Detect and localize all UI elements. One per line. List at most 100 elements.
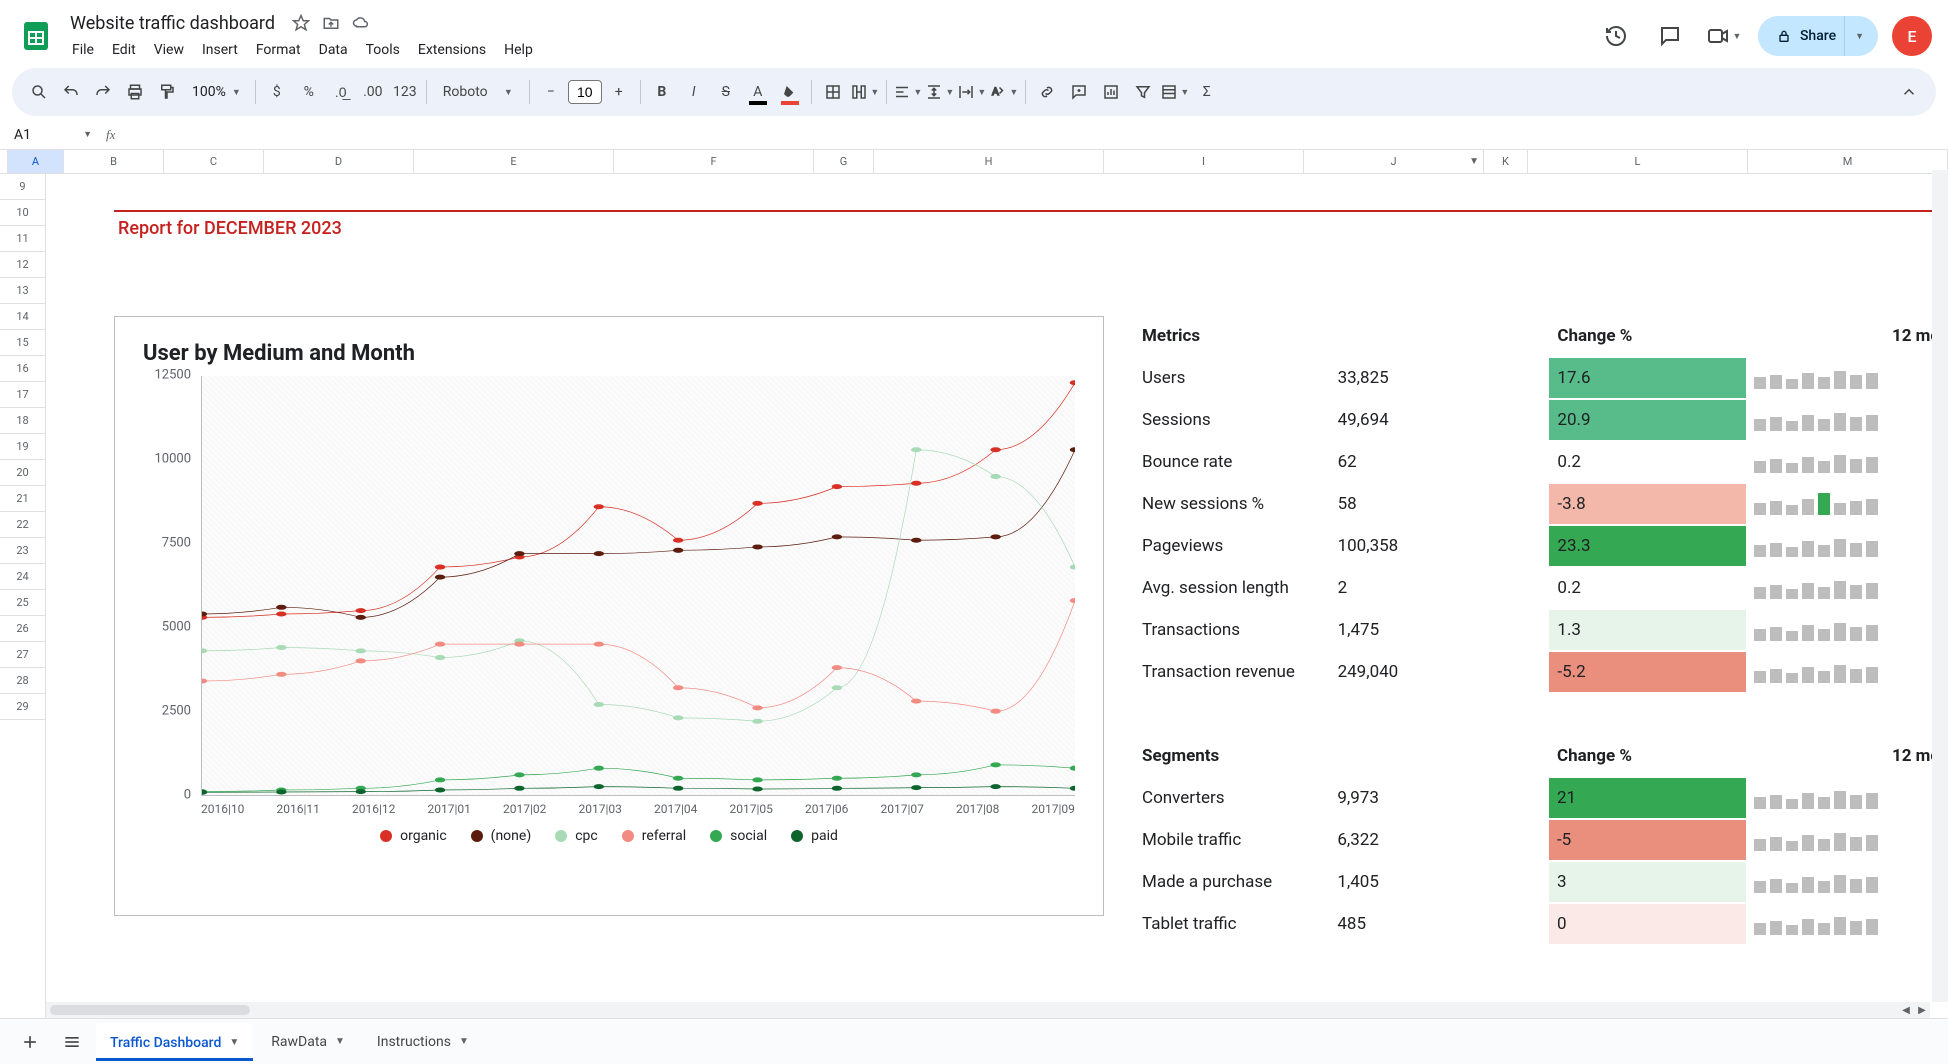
italic-icon[interactable]: I [679, 77, 709, 107]
formula-input[interactable] [123, 127, 1940, 143]
menu-help[interactable]: Help [496, 38, 541, 62]
zoom-select[interactable]: 100%▼ [184, 84, 249, 100]
row-header-12[interactable]: 12 [0, 252, 45, 278]
column-header-F[interactable]: F [614, 150, 814, 173]
row-header-28[interactable]: 28 [0, 668, 45, 694]
bold-icon[interactable]: B [647, 77, 677, 107]
font-select[interactable]: Roboto▼ [433, 77, 523, 107]
search-icon[interactable] [24, 77, 54, 107]
comment-icon[interactable] [1650, 16, 1690, 56]
chart-user-by-medium[interactable]: User by Medium and Month 025005000750010… [114, 316, 1104, 916]
name-box[interactable]: A1▼ [8, 125, 98, 145]
metrics-row[interactable]: Transaction revenue249,040-5.2 [1136, 652, 1946, 692]
row-header-15[interactable]: 15 [0, 330, 45, 356]
sheet-tab-rawdata[interactable]: RawData▼ [257, 1023, 359, 1061]
metrics-row[interactable]: Pageviews100,35823.3 [1136, 526, 1946, 566]
row-header-17[interactable]: 17 [0, 382, 45, 408]
metrics-row[interactable]: Bounce rate620.2 [1136, 442, 1946, 482]
wrap-icon[interactable]: ▼ [957, 77, 987, 107]
row-header-23[interactable]: 23 [0, 538, 45, 564]
menu-data[interactable]: Data [311, 38, 356, 62]
row-header-21[interactable]: 21 [0, 486, 45, 512]
row-header-22[interactable]: 22 [0, 512, 45, 538]
font-size-input[interactable] [568, 80, 602, 104]
row-header-19[interactable]: 19 [0, 434, 45, 460]
cloud-icon[interactable] [351, 13, 371, 33]
column-header-M[interactable]: M [1748, 150, 1948, 173]
scroll-right-icon[interactable]: ▶ [1914, 1002, 1930, 1018]
menu-extensions[interactable]: Extensions [410, 38, 494, 62]
column-header-E[interactable]: E [414, 150, 614, 173]
text-color-icon[interactable]: A [743, 77, 773, 107]
increase-font-icon[interactable]: + [604, 77, 634, 107]
share-dropdown-icon[interactable]: ▼ [1844, 16, 1870, 56]
column-header-C[interactable]: C [164, 150, 264, 173]
format-number-icon[interactable]: 123 [390, 77, 420, 107]
fill-color-icon[interactable] [775, 77, 805, 107]
row-header-18[interactable]: 18 [0, 408, 45, 434]
row-header-26[interactable]: 26 [0, 616, 45, 642]
print-icon[interactable] [120, 77, 150, 107]
row-header-29[interactable]: 29 [0, 694, 45, 720]
history-icon[interactable] [1596, 16, 1636, 56]
segments-row[interactable]: Converters9,97321 [1136, 778, 1946, 818]
currency-icon[interactable]: $ [262, 77, 292, 107]
metrics-row[interactable]: New sessions %58-3.8 [1136, 484, 1946, 524]
metrics-row[interactable]: Transactions1,4751.3 [1136, 610, 1946, 650]
merge-icon[interactable]: ▼ [850, 77, 880, 107]
column-header-B[interactable]: B [64, 150, 164, 173]
vertical-scrollbar[interactable] [1932, 170, 1948, 1002]
collapse-toolbar-icon[interactable] [1894, 77, 1924, 107]
column-header-G[interactable]: G [814, 150, 874, 173]
filter-icon[interactable] [1128, 77, 1158, 107]
document-title[interactable]: Website traffic dashboard [64, 11, 281, 36]
functions-icon[interactable]: Σ [1192, 77, 1222, 107]
valign-icon[interactable]: ▼ [925, 77, 955, 107]
star-icon[interactable] [291, 13, 311, 33]
sheets-logo[interactable] [16, 16, 56, 56]
column-header-D[interactable]: D [264, 150, 414, 173]
percent-icon[interactable]: % [294, 77, 324, 107]
row-header-10[interactable]: 10 [0, 200, 45, 226]
menu-insert[interactable]: Insert [194, 38, 246, 62]
paint-format-icon[interactable] [152, 77, 182, 107]
sheet-tab-instructions[interactable]: Instructions▼ [363, 1023, 483, 1061]
row-header-16[interactable]: 16 [0, 356, 45, 382]
column-header-A[interactable]: A [8, 150, 64, 173]
column-header-K[interactable]: K [1484, 150, 1528, 173]
menu-view[interactable]: View [146, 38, 192, 62]
row-header-11[interactable]: 11 [0, 226, 45, 252]
column-header-J[interactable]: J▼ [1304, 150, 1484, 173]
segments-row[interactable]: Made a purchase1,4053 [1136, 862, 1946, 902]
grid-canvas[interactable]: Report for DECEMBER 2023 User by Medium … [46, 174, 1948, 1042]
row-header-24[interactable]: 24 [0, 564, 45, 590]
menu-edit[interactable]: Edit [104, 38, 144, 62]
column-header-I[interactable]: I [1104, 150, 1304, 173]
borders-icon[interactable] [818, 77, 848, 107]
halign-icon[interactable]: ▼ [893, 77, 923, 107]
increase-decimal-icon[interactable]: .00 [358, 77, 388, 107]
sheet-tab-traffic-dashboard[interactable]: Traffic Dashboard▼ [96, 1023, 253, 1061]
insert-chart-icon[interactable] [1096, 77, 1126, 107]
undo-icon[interactable] [56, 77, 86, 107]
account-avatar[interactable]: E [1892, 16, 1932, 56]
column-header-L[interactable]: L [1528, 150, 1748, 173]
row-header-27[interactable]: 27 [0, 642, 45, 668]
share-button[interactable]: Share ▼ [1758, 16, 1878, 56]
move-icon[interactable] [321, 13, 341, 33]
menu-tools[interactable]: Tools [358, 38, 408, 62]
segments-row[interactable]: Mobile traffic6,322-5 [1136, 820, 1946, 860]
decrease-font-icon[interactable]: − [536, 77, 566, 107]
decrease-decimal-icon[interactable]: .0̲ [326, 77, 356, 107]
metrics-row[interactable]: Sessions49,69420.9 [1136, 400, 1946, 440]
scroll-left-icon[interactable]: ◀ [1898, 1002, 1914, 1018]
row-header-25[interactable]: 25 [0, 590, 45, 616]
row-header-14[interactable]: 14 [0, 304, 45, 330]
row-header-13[interactable]: 13 [0, 278, 45, 304]
add-sheet-icon[interactable] [12, 1024, 48, 1060]
rotate-icon[interactable]: A▼ [989, 77, 1019, 107]
horizontal-scrollbar[interactable]: ◀ ▶ [46, 1002, 1930, 1018]
menu-format[interactable]: Format [248, 38, 309, 62]
insert-comment-icon[interactable] [1064, 77, 1094, 107]
metrics-row[interactable]: Avg. session length20.2 [1136, 568, 1946, 608]
